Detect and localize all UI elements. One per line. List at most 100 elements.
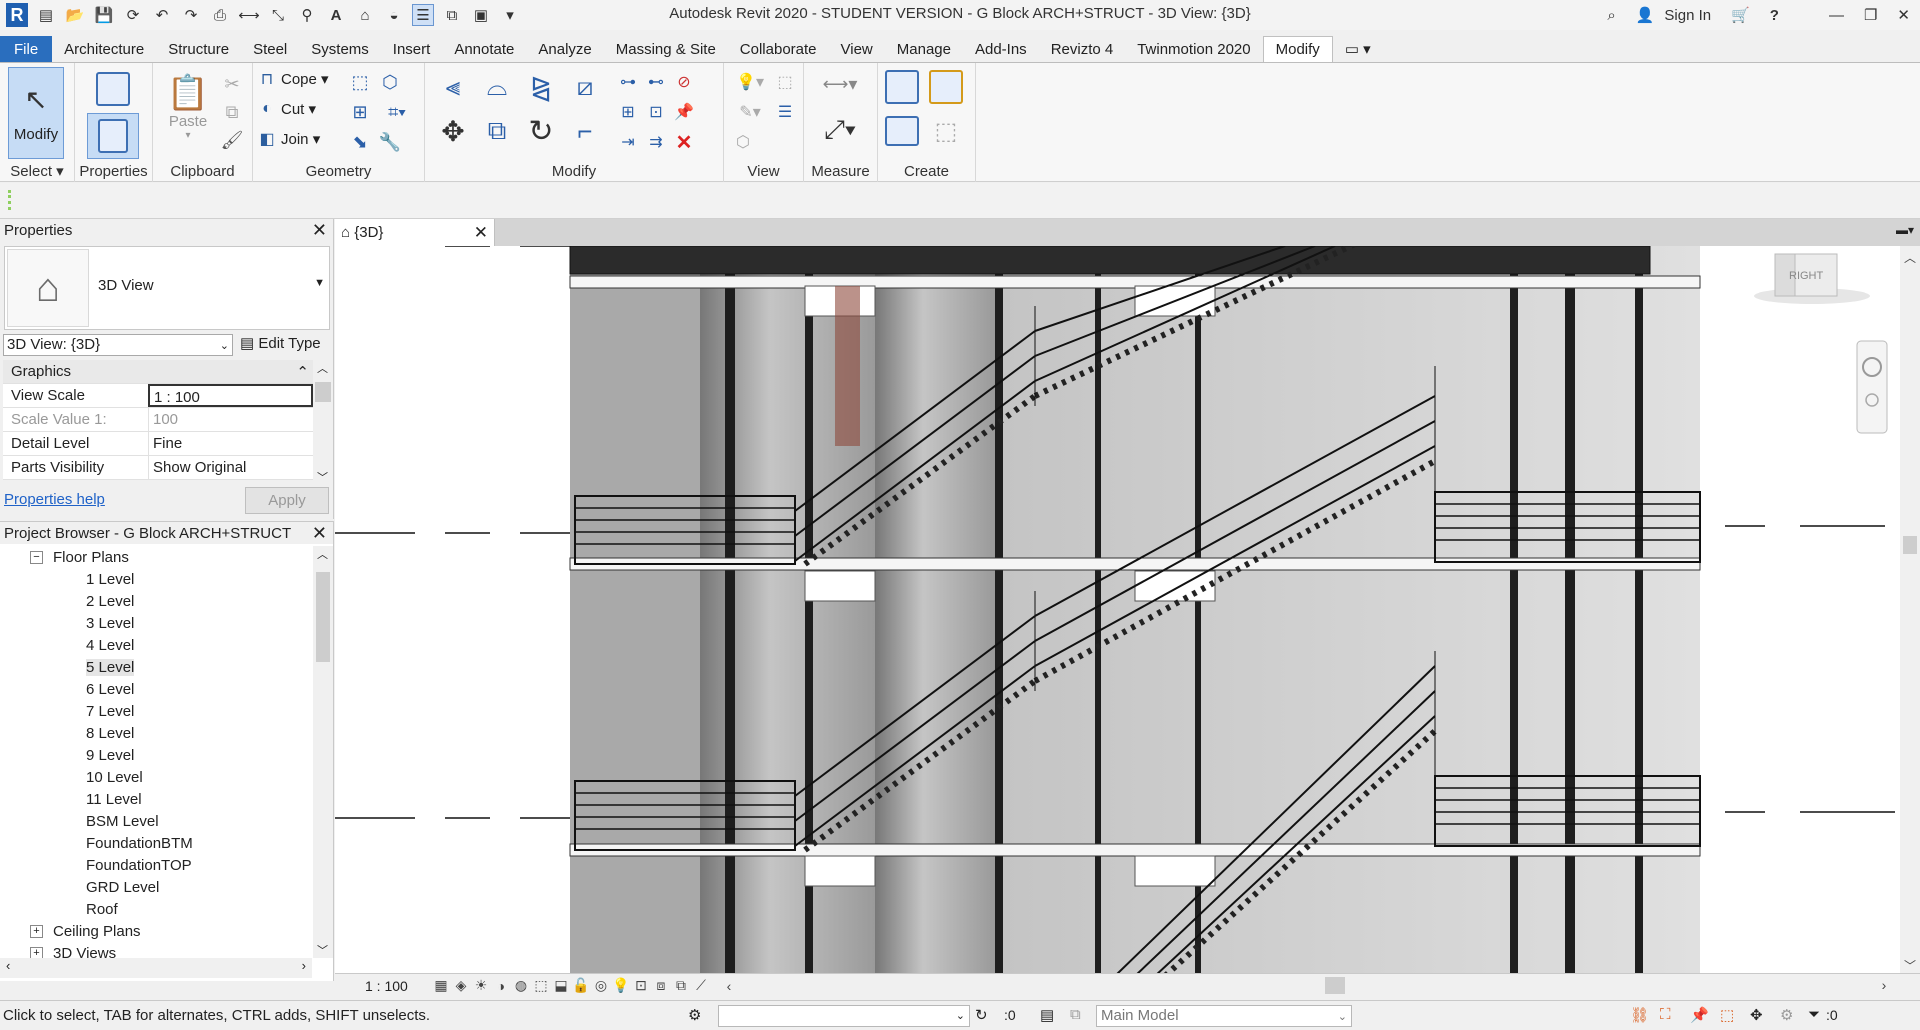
minimize-button[interactable]: — — [1829, 7, 1844, 24]
temporary-view-properties-icon[interactable]: ⧈ — [653, 977, 669, 994]
scroll-up-icon[interactable]: ︿ — [317, 360, 328, 376]
view-scroll-thumb[interactable] — [1903, 536, 1917, 554]
browser-category[interactable]: +3D Views — [0, 942, 312, 958]
modify-tool-button[interactable]: ↖ Modify — [8, 67, 64, 159]
wall-joins-icon[interactable]: ⌗▾ — [377, 99, 417, 125]
scroll-thumb[interactable] — [316, 572, 330, 662]
offset-icon[interactable]: ⌓ — [477, 67, 517, 107]
sun-path-icon[interactable]: ☀ — [473, 977, 489, 994]
tab-structure[interactable]: Structure — [156, 36, 241, 62]
property-value[interactable]: Show Original — [148, 456, 313, 479]
mirror-pick-axis-icon[interactable]: ⧎ — [521, 67, 561, 107]
browser-hscrollbar[interactable]: ‹ › — [0, 958, 312, 978]
wall-profile-icon[interactable]: 🔧 — [377, 129, 403, 155]
scroll-left-icon[interactable]: ‹ — [6, 958, 10, 973]
browser-view-item[interactable]: FoundationTOP — [0, 854, 312, 876]
mirror-draw-axis-icon[interactable]: ⧄ — [565, 67, 605, 107]
analytical-model-icon[interactable]: ⟋ — [693, 977, 709, 994]
property-value[interactable]: 1 : 100 — [148, 384, 313, 407]
scroll-thumb[interactable] — [315, 382, 331, 402]
type-selector-box[interactable]: ⌂ 3D View ▼ — [4, 246, 330, 330]
apply-button[interactable]: Apply — [245, 487, 329, 514]
scroll-up-icon[interactable]: ︿ — [317, 546, 328, 562]
close-view-tab-icon[interactable]: ✕ — [474, 223, 488, 243]
pin-icon[interactable]: 📌 — [671, 99, 697, 125]
browser-view-item[interactable]: 8 Level — [0, 722, 312, 744]
drawing-area[interactable]: RIGHT ︿ ﹀ — [335, 246, 1920, 976]
filter-icon[interactable]: ⏷ — [1808, 1006, 1820, 1023]
tab-revizto-4[interactable]: Revizto 4 — [1039, 36, 1126, 62]
copy-to-clipboard-icon[interactable]: ⧉ — [219, 99, 245, 125]
properties-icon[interactable] — [87, 113, 139, 159]
move-icon[interactable]: ✥ — [433, 111, 473, 151]
properties-help-link[interactable]: Properties help — [4, 491, 105, 508]
drag-elements-icon[interactable]: ✥ — [1750, 1006, 1763, 1024]
hide-element-icon[interactable]: 💡▾ — [730, 69, 770, 95]
tab-file[interactable]: File — [0, 36, 53, 62]
expand-icon[interactable]: + — [30, 946, 43, 958]
beam-column-joins-icon[interactable]: ⊞ — [347, 99, 373, 125]
close-properties-icon[interactable]: ✕ — [312, 220, 327, 241]
view-tab-menu-icon[interactable]: ▬▾ — [1896, 223, 1914, 237]
browser-category[interactable]: + Ceiling Plans — [0, 920, 312, 942]
worksharing-display-icon[interactable]: ⊡ — [633, 977, 649, 994]
unlocked-view-icon[interactable]: 🔓 — [572, 977, 589, 994]
select-underlay-icon[interactable]: ⛶ — [1660, 1006, 1671, 1023]
tab-add-ins[interactable]: Add-Ins — [963, 36, 1039, 62]
create-assembly-icon[interactable] — [882, 67, 922, 107]
array-icon[interactable]: ⊞ — [615, 99, 641, 125]
tab-insert[interactable]: Insert — [381, 36, 443, 62]
browser-view-item[interactable]: 7 Level — [0, 700, 312, 722]
view-scale[interactable]: 1 : 100 — [365, 978, 423, 994]
detail-level-icon[interactable]: ▦ — [433, 977, 449, 994]
expand-icon[interactable]: + — [30, 924, 43, 938]
restore-button[interactable]: ❐ — [1864, 6, 1877, 24]
scroll-down-icon[interactable]: ﹀ — [317, 469, 328, 485]
browser-view-item[interactable]: 9 Level — [0, 744, 312, 766]
scroll-down-icon[interactable]: ﹀ — [1904, 959, 1916, 973]
browser-view-item[interactable]: 10 Level — [0, 766, 312, 788]
trim-single-icon[interactable]: ⇥ — [615, 129, 641, 155]
crop-view-icon[interactable]: ⬚ — [533, 977, 549, 994]
linework-icon[interactable]: ✎▾ — [730, 99, 770, 125]
copy-icon[interactable]: ⧉ — [477, 111, 517, 151]
highlight-displacement-icon[interactable]: ⧉ — [673, 977, 689, 994]
browser-view-item[interactable]: Roof — [0, 898, 312, 920]
select-dropdown[interactable]: Select ▾ — [0, 162, 74, 180]
cut-to-clipboard-icon[interactable]: ✂ — [219, 71, 245, 97]
tab-massing-site[interactable]: Massing & Site — [604, 36, 728, 62]
type-properties-icon[interactable] — [93, 69, 133, 109]
browser-category[interactable]: − Floor Plans — [0, 546, 312, 568]
override-graphics-icon[interactable]: ⬚ — [772, 69, 798, 95]
property-group-header[interactable]: Graphics ⌃ — [3, 360, 313, 384]
scroll-left-icon[interactable]: ‹ — [721, 978, 737, 994]
reveal-hidden-icon[interactable]: 💡 — [612, 977, 629, 994]
design-options-icon[interactable]: ▤ — [1040, 1006, 1054, 1024]
sign-in-link[interactable]: Sign In — [1664, 7, 1711, 24]
viewcube[interactable]: RIGHT — [1754, 253, 1870, 304]
show-crop-region-icon[interactable]: ⬓ — [553, 977, 569, 994]
match-type-icon[interactable]: 🖌 — [219, 127, 245, 153]
view-vscrollbar[interactable] — [1900, 246, 1920, 976]
ribbon-options-icon[interactable]: ▭ ▾ — [1333, 36, 1383, 62]
tab-architecture[interactable]: Architecture — [52, 36, 156, 62]
delete-icon[interactable]: ✕ — [671, 129, 697, 155]
cope-button[interactable]: ⊓ Cope ▾ — [257, 69, 329, 89]
select-links-icon[interactable]: ⛓ — [1630, 1006, 1649, 1024]
worksets-icon[interactable]: ⚙ — [688, 1006, 701, 1024]
active-design-option-select[interactable]: Main Model ⌄ — [1096, 1005, 1352, 1027]
tab-systems[interactable]: Systems — [299, 36, 381, 62]
shadows-icon[interactable]: ◑ — [493, 978, 509, 994]
paint-icon[interactable]: ⬡ — [377, 69, 403, 95]
browser-view-item[interactable]: 4 Level — [0, 634, 312, 656]
aligned-dimension-tool-icon[interactable]: ⤢▾ — [810, 107, 870, 153]
active-workset-dropdown[interactable]: ⌄ — [718, 1005, 970, 1027]
browser-view-item[interactable]: 3 Level — [0, 612, 312, 634]
tab-annotate[interactable]: Annotate — [442, 36, 526, 62]
tab-twinmotion-2020[interactable]: Twinmotion 2020 — [1125, 36, 1262, 62]
scale-icon[interactable]: ⊡ — [643, 99, 669, 125]
scroll-down-icon[interactable]: ﹀ — [317, 942, 328, 958]
view-hscroll-thumb[interactable] — [1325, 977, 1345, 994]
tab-modify[interactable]: Modify — [1262, 36, 1333, 62]
navigation-bar[interactable] — [1856, 340, 1888, 434]
